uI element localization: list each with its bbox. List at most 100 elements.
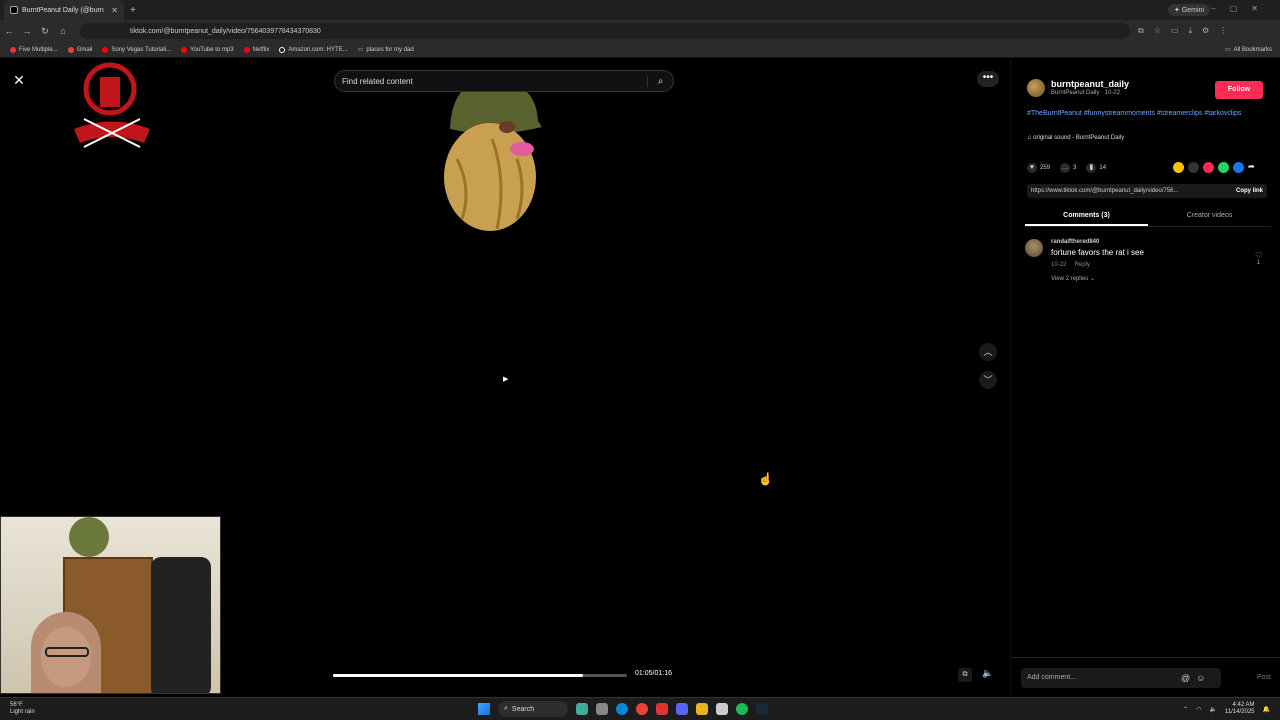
- share-link-text[interactable]: https://www.tiktok.com/@burntpeanut_dail…: [1031, 188, 1179, 194]
- widgets-icon[interactable]: [576, 703, 588, 715]
- forward-icon[interactable]: →: [18, 26, 36, 36]
- tab-comments[interactable]: Comments (3): [1025, 209, 1148, 226]
- menu-icon[interactable]: ⋮: [1219, 26, 1227, 36]
- app-icon[interactable]: [656, 703, 668, 715]
- heart-icon: ♥: [1027, 163, 1037, 173]
- install-icon[interactable]: ⧉: [1138, 26, 1144, 36]
- streamer-logo: [74, 62, 150, 148]
- comment-avatar[interactable]: [1025, 239, 1043, 257]
- mouse-cursor-icon: ☝: [758, 472, 773, 486]
- download-icon[interactable]: ⤓: [1188, 26, 1192, 36]
- comment-like[interactable]: ♡ 1: [1255, 251, 1262, 266]
- author-username[interactable]: burntpeanut_daily: [1051, 79, 1129, 89]
- folder-icon: ▭: [357, 47, 364, 53]
- gmail-icon: [67, 46, 74, 53]
- share-buttons: ➦: [1173, 162, 1259, 173]
- file-explorer-icon[interactable]: [696, 703, 708, 715]
- tab-title: BurntPeanut Daily (@burn: [22, 6, 104, 14]
- chrome-icon[interactable]: [636, 703, 648, 715]
- wifi-icon[interactable]: ◠: [1196, 706, 1201, 713]
- post-button[interactable]: Post: [1257, 674, 1271, 681]
- bookmarks-bar: Five Multiple... Gmail Sony Vegas Tutori…: [0, 42, 1280, 58]
- windows-start-icon[interactable]: [478, 703, 490, 715]
- bookmark-4[interactable]: Netflix: [243, 46, 269, 53]
- steam-icon[interactable]: [756, 703, 768, 715]
- task-view-icon[interactable]: [596, 703, 608, 715]
- speaker-icon[interactable]: 🔈: [1209, 706, 1216, 713]
- amazon-icon: [279, 46, 286, 53]
- bookmark-5[interactable]: Amazon.com: HYTE...: [279, 46, 348, 53]
- sound-link[interactable]: ♫ original sound - BurntPeanut Daily: [1027, 135, 1124, 141]
- close-tab-icon[interactable]: ✕: [111, 6, 118, 15]
- share-friends-icon[interactable]: [1173, 162, 1184, 173]
- webcam-head: [41, 627, 91, 687]
- view-replies-button[interactable]: View 2 replies ⌄: [1051, 275, 1095, 282]
- mention-icon[interactable]: @: [1181, 673, 1190, 683]
- sidebar-icon[interactable]: ▭: [1171, 26, 1179, 36]
- whatsapp-icon[interactable]: [1218, 162, 1229, 173]
- comment-reply-button[interactable]: Reply: [1075, 262, 1090, 268]
- comment-meta: 10-22 Reply: [1051, 262, 1090, 268]
- facebook-icon[interactable]: [1233, 162, 1244, 173]
- pip-icon[interactable]: ⧉: [958, 668, 972, 682]
- progress-fill: [333, 674, 583, 677]
- video-time: 01:05/01:16: [635, 670, 672, 677]
- follow-button[interactable]: Follow: [1215, 81, 1263, 99]
- share-arrow-icon[interactable]: ➦: [1248, 162, 1259, 173]
- taskbar-search[interactable]: ⌕ Search: [498, 701, 568, 717]
- bookmark-1[interactable]: Gmail: [67, 46, 92, 53]
- comment-username[interactable]: randalfthered840: [1051, 239, 1099, 245]
- extensions-icon[interactable]: ⚙: [1202, 26, 1209, 36]
- window-controls[interactable]: –▢✕: [1211, 4, 1272, 13]
- save-stat[interactable]: ▮ 14: [1086, 163, 1106, 173]
- discord-icon[interactable]: [676, 703, 688, 715]
- windows-taskbar: 56°F Light rain ⌕ Search ⌃ ◠ 🔈 4:42 AM 11…: [0, 697, 1280, 720]
- tab-creator-videos[interactable]: Creator videos: [1148, 209, 1271, 226]
- add-comment-bar: Add comment... @ ☺ Post: [1011, 657, 1280, 697]
- send-icon[interactable]: [1203, 162, 1214, 173]
- avatar[interactable]: [1027, 79, 1045, 97]
- gemini-button[interactable]: ✦ Gemini: [1168, 4, 1210, 16]
- url-field[interactable]: tiktok.com/@burntpeanut_daily/video/7564…: [80, 23, 1130, 39]
- heart-outline-icon: ♡: [1255, 251, 1263, 260]
- back-icon[interactable]: ←: [0, 26, 18, 36]
- system-tray: ⌃ ◠ 🔈 4:42 AM 11/14/2025 🔔: [1183, 702, 1270, 716]
- search-icon[interactable]: ⌕: [647, 75, 673, 87]
- webcam-chair: [151, 557, 211, 693]
- reload-icon[interactable]: ↻: [36, 26, 54, 37]
- bookmark-6[interactable]: ▭ places for my dad: [357, 46, 414, 54]
- next-video-button[interactable]: ﹀: [979, 371, 997, 389]
- notification-icon[interactable]: 🔔: [1263, 706, 1270, 713]
- hashtags[interactable]: #TheBurntPeanut #funnystreammoments #str…: [1027, 109, 1257, 119]
- bookmark-3[interactable]: YouTube to mp3: [181, 46, 234, 53]
- tray-chevron-icon[interactable]: ⌃: [1183, 706, 1188, 713]
- home-icon[interactable]: ⌂: [54, 26, 72, 36]
- webcam-plant: [69, 517, 109, 557]
- related-content-search[interactable]: Find related content ⌕: [334, 70, 674, 92]
- edge-icon[interactable]: [616, 703, 628, 715]
- bookmark-star-icon[interactable]: ☆: [1154, 26, 1161, 36]
- weather-widget[interactable]: 56°F Light rain: [10, 702, 35, 716]
- embed-icon[interactable]: [1188, 162, 1199, 173]
- like-stat[interactable]: ♥ 259: [1027, 163, 1050, 173]
- comment-stat[interactable]: … 3: [1060, 163, 1076, 173]
- clock[interactable]: 4:42 AM 11/14/2025: [1225, 702, 1255, 716]
- volume-icon[interactable]: 🔈: [979, 668, 997, 682]
- play-icon[interactable]: ▶: [503, 375, 508, 383]
- previous-video-button[interactable]: ︿: [979, 343, 997, 361]
- copy-link-button[interactable]: Copy link: [1236, 188, 1263, 194]
- emoji-icon[interactable]: ☺: [1196, 673, 1205, 683]
- close-icon[interactable]: ✕: [10, 71, 28, 89]
- browser-tab[interactable]: BurntPeanut Daily (@burn ✕: [4, 0, 124, 20]
- comment-text: fortune favors the rat i see: [1051, 248, 1144, 257]
- video-progress-bar[interactable]: [333, 674, 627, 677]
- youtube-icon: [102, 46, 109, 53]
- bookmark-0[interactable]: Five Multiple...: [10, 46, 58, 53]
- store-icon[interactable]: [716, 703, 728, 715]
- new-tab-icon[interactable]: +: [130, 5, 136, 16]
- bookmark-2[interactable]: Sony Vegas Tutoriali...: [102, 46, 171, 53]
- tiktok-icon: [10, 6, 18, 14]
- more-options-button[interactable]: •••: [977, 71, 999, 87]
- spotify-icon[interactable]: [736, 703, 748, 715]
- all-bookmarks[interactable]: ▭ All Bookmarks: [1225, 46, 1272, 54]
